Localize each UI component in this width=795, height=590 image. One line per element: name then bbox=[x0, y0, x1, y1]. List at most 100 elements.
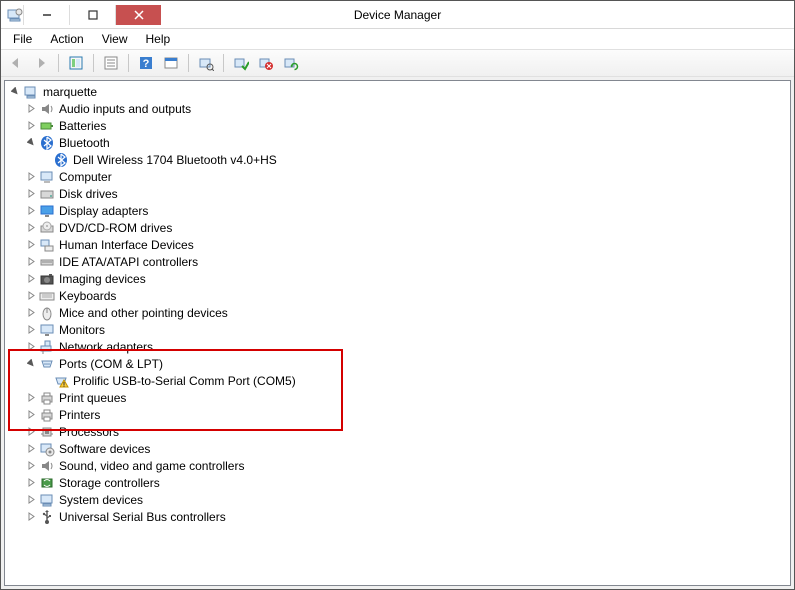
toolbar-separator bbox=[93, 54, 94, 72]
show-hide-console-button[interactable] bbox=[65, 52, 87, 74]
expand-icon[interactable] bbox=[25, 341, 37, 353]
cpu-icon bbox=[39, 424, 55, 440]
tree-item-mice[interactable]: Mice and other pointing devices bbox=[5, 304, 790, 321]
expand-icon[interactable] bbox=[25, 392, 37, 404]
tree-item-keyboards[interactable]: Keyboards bbox=[5, 287, 790, 304]
toolbar-separator bbox=[188, 54, 189, 72]
maximize-button[interactable] bbox=[69, 5, 115, 25]
device-tree[interactable]: marquette Audio inputs and outputs Batte… bbox=[4, 80, 791, 586]
menu-view[interactable]: View bbox=[94, 31, 136, 47]
disk-icon bbox=[39, 186, 55, 202]
tree-item-monitors[interactable]: Monitors bbox=[5, 321, 790, 338]
tree-item-sound[interactable]: Sound, video and game controllers bbox=[5, 457, 790, 474]
expand-icon[interactable] bbox=[25, 443, 37, 455]
audio-icon bbox=[39, 101, 55, 117]
tree-label: Print queues bbox=[59, 391, 126, 405]
tree-label: Network adapters bbox=[59, 340, 153, 354]
enable-button[interactable] bbox=[230, 52, 252, 74]
tree-item-batteries[interactable]: Batteries bbox=[5, 117, 790, 134]
close-button[interactable] bbox=[115, 5, 161, 25]
expand-icon[interactable] bbox=[25, 477, 37, 489]
tree-label: System devices bbox=[59, 493, 143, 507]
properties-button[interactable] bbox=[100, 52, 122, 74]
battery-icon bbox=[39, 118, 55, 134]
tree-label: Monitors bbox=[59, 323, 105, 337]
menu-file[interactable]: File bbox=[5, 31, 40, 47]
tree-item-network[interactable]: Network adapters bbox=[5, 338, 790, 355]
collapse-icon[interactable] bbox=[25, 358, 37, 370]
menubar: File Action View Help bbox=[1, 29, 794, 49]
tree-item-software[interactable]: Software devices bbox=[5, 440, 790, 457]
tree-item-ports-child[interactable]: Prolific USB-to-Serial Comm Port (COM5) bbox=[5, 372, 790, 389]
back-button[interactable] bbox=[5, 52, 27, 74]
printer-icon bbox=[39, 390, 55, 406]
bluetooth-icon bbox=[53, 152, 69, 168]
tree-item-system[interactable]: System devices bbox=[5, 491, 790, 508]
expand-icon[interactable] bbox=[25, 188, 37, 200]
action-button[interactable] bbox=[160, 52, 182, 74]
expand-icon[interactable] bbox=[25, 307, 37, 319]
tree-item-ports[interactable]: Ports (COM & LPT) bbox=[5, 355, 790, 372]
computer-icon bbox=[39, 169, 55, 185]
menu-action[interactable]: Action bbox=[42, 31, 91, 47]
update-driver-button[interactable] bbox=[280, 52, 302, 74]
storage-icon bbox=[39, 475, 55, 491]
expand-icon[interactable] bbox=[25, 426, 37, 438]
expand-icon[interactable] bbox=[25, 273, 37, 285]
menu-help[interactable]: Help bbox=[138, 31, 179, 47]
expand-icon[interactable] bbox=[25, 409, 37, 421]
tree-item-bluetooth-child[interactable]: Dell Wireless 1704 Bluetooth v4.0+HS bbox=[5, 151, 790, 168]
expand-icon[interactable] bbox=[25, 205, 37, 217]
expand-icon[interactable] bbox=[25, 324, 37, 336]
scan-button[interactable] bbox=[195, 52, 217, 74]
tree-item-disk[interactable]: Disk drives bbox=[5, 185, 790, 202]
tree-label: marquette bbox=[43, 85, 97, 99]
expand-icon[interactable] bbox=[25, 460, 37, 472]
expand-icon[interactable] bbox=[25, 290, 37, 302]
tree-item-processors[interactable]: Processors bbox=[5, 423, 790, 440]
uninstall-button[interactable] bbox=[255, 52, 277, 74]
tree-item-display[interactable]: Display adapters bbox=[5, 202, 790, 219]
printer-icon bbox=[39, 407, 55, 423]
toolbar-separator bbox=[223, 54, 224, 72]
minimize-button[interactable] bbox=[23, 5, 69, 25]
tree-item-bluetooth[interactable]: Bluetooth bbox=[5, 134, 790, 151]
expand-icon[interactable] bbox=[25, 256, 37, 268]
content-area: marquette Audio inputs and outputs Batte… bbox=[1, 77, 794, 589]
tree-label: Human Interface Devices bbox=[59, 238, 194, 252]
tree-label: Batteries bbox=[59, 119, 106, 133]
expand-icon[interactable] bbox=[25, 120, 37, 132]
tree-label: Processors bbox=[59, 425, 119, 439]
tree-label: Display adapters bbox=[59, 204, 148, 218]
collapse-icon[interactable] bbox=[25, 137, 37, 149]
expand-icon[interactable] bbox=[25, 171, 37, 183]
tree-item-ide[interactable]: IDE ATA/ATAPI controllers bbox=[5, 253, 790, 270]
tree-root[interactable]: marquette bbox=[5, 83, 790, 100]
tree-item-printers[interactable]: Printers bbox=[5, 406, 790, 423]
usb-icon bbox=[39, 509, 55, 525]
collapse-icon[interactable] bbox=[9, 86, 21, 98]
expand-icon[interactable] bbox=[25, 103, 37, 115]
tree-item-printqueues[interactable]: Print queues bbox=[5, 389, 790, 406]
expand-icon[interactable] bbox=[25, 494, 37, 506]
tree-item-imaging[interactable]: Imaging devices bbox=[5, 270, 790, 287]
tree-item-computer[interactable]: Computer bbox=[5, 168, 790, 185]
tree-item-dvd[interactable]: DVD/CD-ROM drives bbox=[5, 219, 790, 236]
tree-item-storage[interactable]: Storage controllers bbox=[5, 474, 790, 491]
tree-label: Keyboards bbox=[59, 289, 116, 303]
tree-item-hid[interactable]: Human Interface Devices bbox=[5, 236, 790, 253]
tree-item-audio[interactable]: Audio inputs and outputs bbox=[5, 100, 790, 117]
display-icon bbox=[39, 203, 55, 219]
app-icon bbox=[7, 7, 23, 23]
tree-label: Storage controllers bbox=[59, 476, 160, 490]
tree-label: Sound, video and game controllers bbox=[59, 459, 244, 473]
tree-label: Imaging devices bbox=[59, 272, 146, 286]
expand-icon[interactable] bbox=[25, 222, 37, 234]
forward-button[interactable] bbox=[30, 52, 52, 74]
camera-icon bbox=[39, 271, 55, 287]
expand-icon[interactable] bbox=[25, 239, 37, 251]
tree-item-usb[interactable]: Universal Serial Bus controllers bbox=[5, 508, 790, 525]
tree-label: Printers bbox=[59, 408, 100, 422]
expand-icon[interactable] bbox=[25, 511, 37, 523]
help-button[interactable]: ? bbox=[135, 52, 157, 74]
